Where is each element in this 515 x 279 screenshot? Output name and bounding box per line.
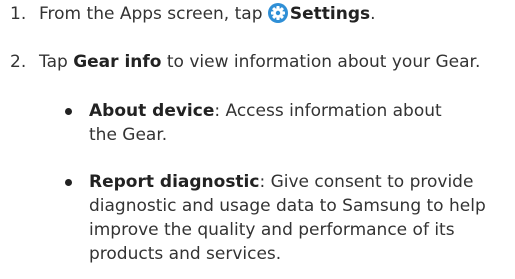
bullet-about-device: About device: Access information about t…	[65, 99, 505, 147]
step-suffix: .	[370, 4, 376, 24]
step-suffix: to view information about your Gear.	[166, 52, 481, 72]
bullet-report-diagnostic: Report diagnostic: Give consent to provi…	[65, 170, 505, 266]
bullet-dot	[65, 108, 72, 115]
step-number: 1.	[10, 4, 27, 24]
bullet-line: : Give consent to provide	[259, 172, 474, 192]
about-device-term: About device	[89, 101, 215, 121]
bullet-line: the Gear.	[89, 125, 168, 145]
bullet-line: : Access information about	[214, 101, 442, 121]
step-1: 1. From the Apps screen, tap Settings.	[10, 2, 376, 26]
bullet-line: improve the quality and performance of i…	[89, 220, 455, 240]
report-diagnostic-term: Report diagnostic	[89, 172, 260, 192]
bullet-dot	[65, 179, 72, 186]
settings-gear-icon	[267, 3, 288, 23]
step-text: From the Apps screen, tap	[39, 4, 263, 24]
gear-info-label: Gear info	[73, 52, 162, 72]
bullet-line: diagnostic and usage data to Samsung to …	[89, 196, 486, 216]
step-2: 2. Tap Gear info to view information abou…	[10, 50, 480, 74]
bullet-line: products and services.	[89, 244, 282, 264]
step-number: 2.	[10, 52, 27, 72]
settings-label: Settings	[289, 4, 371, 24]
step-text: Tap	[39, 52, 68, 72]
